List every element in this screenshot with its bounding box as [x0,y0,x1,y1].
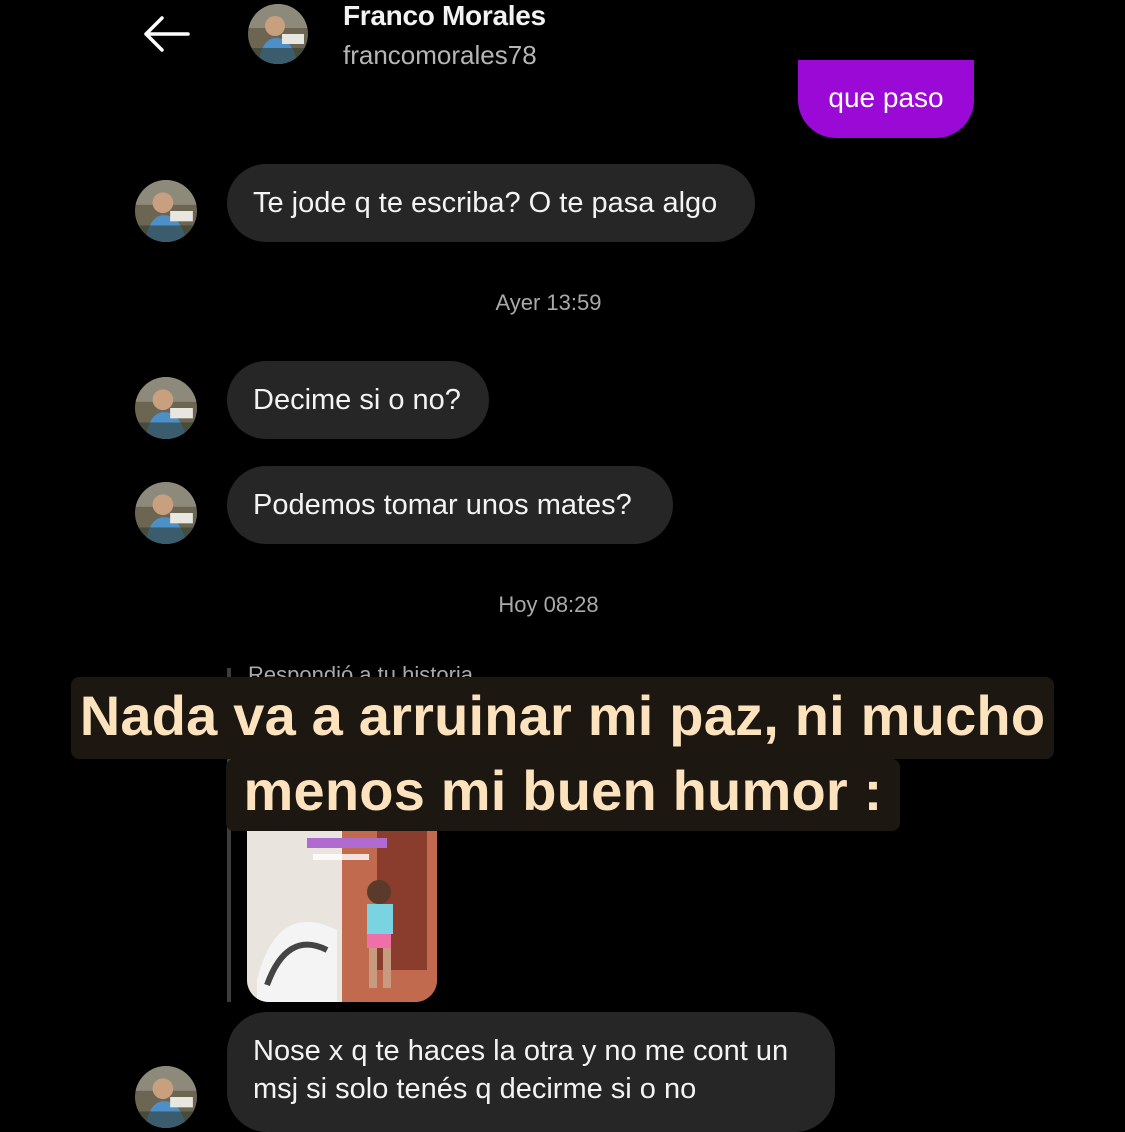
back-button[interactable] [140,14,192,54]
profile-avatar[interactable] [248,4,308,64]
sender-avatar[interactable] [135,180,197,242]
contact-username: francomorales78 [343,40,537,70]
message-text: Nose x q te haces la otra y no me cont u… [253,1035,789,1105]
sender-avatar[interactable] [135,1066,197,1128]
outgoing-message[interactable]: que paso [798,60,974,138]
arrow-left-icon [144,16,190,52]
sender-avatar[interactable] [135,377,197,439]
message-text: Podemos tomar unos mates? [253,488,632,521]
timestamp: Hoy 08:28 [498,592,599,617]
caption-overlay-line: Nada va a arruinar mi paz, ni mucho [71,677,1054,759]
message-text: Decime si o no? [253,383,461,416]
outgoing-message-text: que paso [828,82,944,113]
message-text: Te jode q te escriba? O te pasa algo [253,186,718,219]
timestamp: Ayer 13:59 [495,290,602,315]
incoming-message[interactable]: Nose x q te haces la otra y no me cont u… [227,1012,835,1132]
incoming-message[interactable]: Te jode q te escriba? O te pasa algo [227,164,755,242]
incoming-message[interactable]: Podemos tomar unos mates? [227,466,673,544]
sender-avatar[interactable] [135,482,197,544]
contact-name[interactable]: Franco Morales [343,0,546,32]
caption-overlay-line: menos mi buen humor : [226,759,900,831]
incoming-message[interactable]: Decime si o no? [227,361,489,439]
